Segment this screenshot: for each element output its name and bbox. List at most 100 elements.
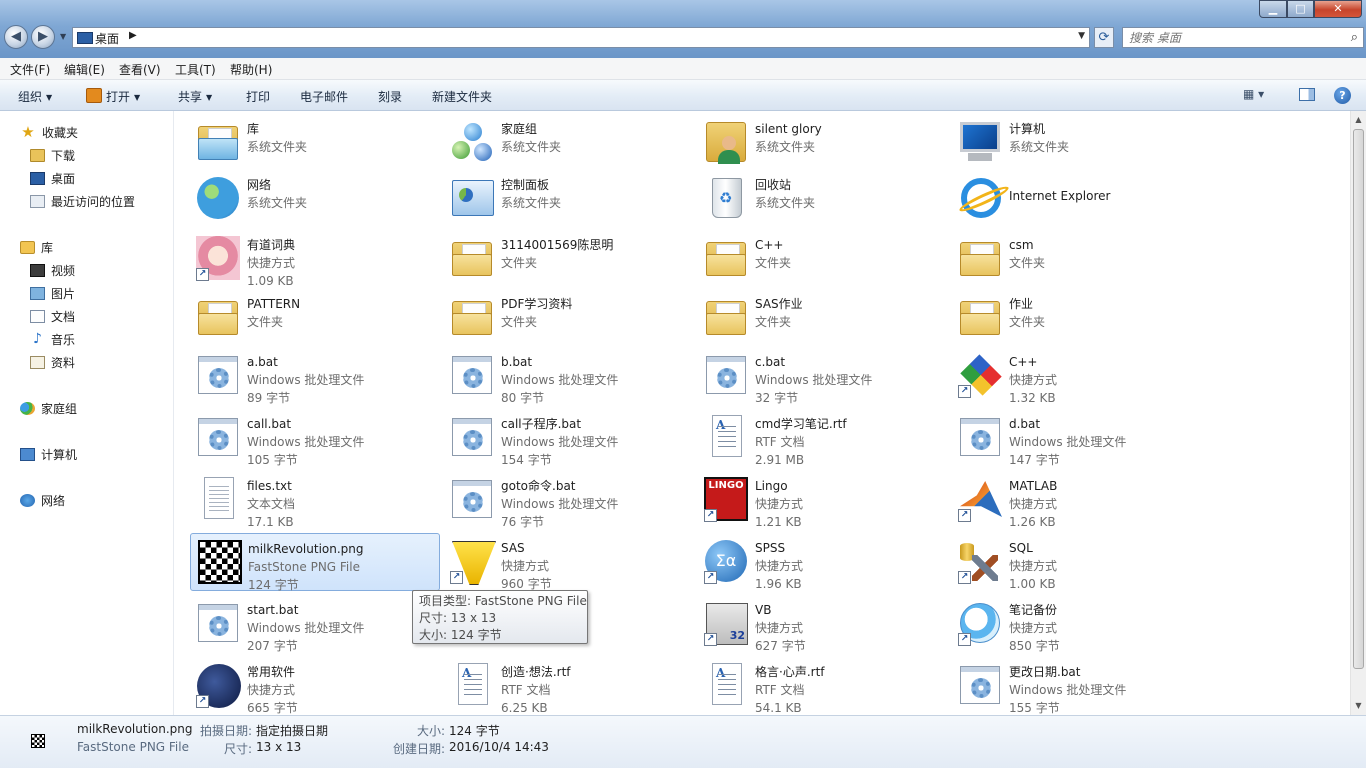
email-button[interactable]: 电子邮件 bbox=[300, 88, 348, 105]
burn-button[interactable]: 刻录 bbox=[378, 88, 402, 105]
file-item[interactable]: silent glory 系统文件夹 bbox=[698, 114, 948, 172]
file-name: start.bat bbox=[247, 603, 299, 617]
file-item[interactable]: PDF学习资料 文件夹 bbox=[444, 289, 694, 347]
file-item[interactable]: 库系统文件夹 bbox=[190, 114, 440, 172]
file-item[interactable]: ↗ 有道词典 快捷方式 1.09 KB bbox=[190, 230, 440, 288]
menu-edit[interactable]: 编辑(E) bbox=[64, 61, 105, 78]
file-item[interactable]: A 格言·心声.rtf RTF 文档 54.1 KB bbox=[698, 657, 948, 715]
star-icon: ★ bbox=[21, 122, 35, 141]
breadcrumb-arrow-icon[interactable]: ▶ bbox=[129, 30, 137, 41]
file-item[interactable]: A 创造·想法.rtf RTF 文档 6.25 KB bbox=[444, 657, 694, 715]
maximize-button[interactable]: □ bbox=[1287, 0, 1314, 18]
file-list[interactable]: 库系统文件夹 家庭组 系统文件夹 silent glory 系统文件夹 计算机 系统文件夹网… bbox=[175, 111, 1350, 715]
file-item[interactable]: call子程序.bat Windows 批处理文件 154 字节 bbox=[444, 409, 694, 467]
qr-image-icon bbox=[198, 540, 242, 584]
nav-computer[interactable]: 计算机 bbox=[20, 444, 77, 464]
nav-label: 音乐 bbox=[51, 332, 76, 347]
file-item[interactable]: ↗ C++ 快捷方式 1.32 KB bbox=[952, 347, 1202, 405]
nav-pictures[interactable]: 图片 bbox=[30, 283, 75, 303]
file-text: goto命令.bat Windows 批处理文件 76 字节 bbox=[501, 477, 691, 531]
file-item[interactable]: milkRevolution.png FastStone PNG File 124 … bbox=[190, 533, 440, 592]
file-item[interactable]: ↗ 笔记备份 快捷方式 850 字节 bbox=[952, 595, 1202, 653]
file-item[interactable]: 网络 系统文件夹 bbox=[190, 170, 440, 228]
file-item[interactable]: SAS作业 文件夹 bbox=[698, 289, 948, 347]
change-view-button[interactable]: ▦ ▾ bbox=[1243, 87, 1277, 104]
search-box[interactable]: ⌕ bbox=[1122, 27, 1364, 48]
print-button[interactable]: 打印 bbox=[246, 88, 270, 105]
nav-recent[interactable]: 最近访问的位置 bbox=[30, 191, 135, 211]
search-icon[interactable]: ⌕ bbox=[1351, 30, 1358, 45]
file-item[interactable]: LINGO ↗ Lingo 快捷方式 1.21 KB bbox=[698, 471, 948, 529]
file-icon-wrap bbox=[448, 118, 496, 166]
menu-file[interactable]: 文件(F) bbox=[10, 61, 50, 78]
file-icon-wrap bbox=[956, 118, 1004, 166]
refresh-button[interactable]: ⟳ bbox=[1094, 27, 1114, 48]
nav-homegroup[interactable]: 家庭组 bbox=[20, 398, 77, 418]
file-icon-wrap bbox=[448, 475, 496, 523]
file-item[interactable]: 计算机 系统文件夹 bbox=[952, 114, 1202, 172]
preview-pane-button[interactable] bbox=[1299, 88, 1315, 101]
file-item[interactable]: C++ 文件夹 bbox=[698, 230, 948, 288]
file-item[interactable]: csm 文件夹 bbox=[952, 230, 1202, 288]
control-panel-icon bbox=[452, 180, 494, 216]
file-item[interactable]: ↗ 常用软件 快捷方式 665 字节 bbox=[190, 657, 440, 715]
scroll-thumb[interactable] bbox=[1353, 129, 1364, 669]
file-item[interactable]: 作业 文件夹 bbox=[952, 289, 1202, 347]
nav-favorites[interactable]: ★ 收藏夹 bbox=[20, 122, 78, 142]
open-button[interactable]: 打开 ▼ bbox=[86, 88, 140, 105]
file-item[interactable]: Acmd学习笔记.rtf RTF 文档 2.91 MB bbox=[698, 409, 948, 467]
address-bar[interactable]: 桌面 ▶ ▼ bbox=[72, 27, 1090, 48]
menu-tools[interactable]: 工具(T) bbox=[175, 61, 216, 78]
nav-libraries[interactable]: 库 bbox=[20, 237, 53, 257]
file-type: Windows 批处理文件 bbox=[501, 497, 619, 511]
help-button[interactable]: ? bbox=[1334, 87, 1351, 104]
close-button[interactable]: ✕ bbox=[1314, 0, 1362, 18]
file-item[interactable]: ↗ MATLAB 快捷方式 1.26 KB bbox=[952, 471, 1202, 529]
nav-music[interactable]: ♪ 音乐 bbox=[30, 329, 75, 349]
file-item[interactable]: a.bat Windows 批处理文件 89 字节 bbox=[190, 347, 440, 405]
scroll-down-arrow-icon[interactable]: ▼ bbox=[1353, 701, 1364, 711]
forward-button[interactable]: ▶ bbox=[31, 25, 55, 49]
details-date-taken-value[interactable]: 指定拍摄日期 bbox=[256, 722, 328, 739]
organize-button[interactable]: 组织 ▼ bbox=[18, 88, 52, 105]
nav-data[interactable]: 资料 bbox=[30, 352, 75, 372]
nav-network[interactable]: 网络 bbox=[20, 490, 65, 510]
file-item[interactable]: ↗ VB 快捷方式 627 字节 bbox=[698, 595, 948, 653]
address-history-dropdown[interactable]: ▼ bbox=[1078, 31, 1085, 41]
rtf-document-icon: A bbox=[712, 663, 742, 705]
file-item[interactable]: goto命令.bat Windows 批处理文件 76 字节 bbox=[444, 471, 694, 529]
file-item[interactable]: call.bat Windows 批处理文件 105 字节 bbox=[190, 409, 440, 467]
nav-videos[interactable]: 视频 bbox=[30, 260, 75, 280]
scroll-up-arrow-icon[interactable]: ▲ bbox=[1353, 115, 1364, 125]
file-icon-wrap bbox=[195, 538, 243, 586]
file-item[interactable]: 3114001569陈思明 文件夹 bbox=[444, 230, 694, 288]
file-name: 常用软件 bbox=[247, 665, 296, 679]
vertical-scrollbar[interactable]: ▲ ▼ bbox=[1350, 111, 1366, 715]
recent-pages-dropdown[interactable]: ▼ bbox=[60, 32, 66, 41]
file-item[interactable]: b.bat Windows 批处理文件 80 字节 bbox=[444, 347, 694, 405]
file-item[interactable]: c.bat Windows 批处理文件 32 字节 bbox=[698, 347, 948, 405]
file-item[interactable]: files.txt 文本文档 17.1 KB bbox=[190, 471, 440, 529]
nav-downloads[interactable]: 下载 bbox=[30, 145, 75, 165]
minimize-button[interactable]: ▁ bbox=[1259, 0, 1287, 18]
file-item[interactable]: 家庭组 系统文件夹 bbox=[444, 114, 694, 172]
file-item[interactable]: ↗ SQL 快捷方式 1.00 KB bbox=[952, 533, 1202, 591]
new-folder-button[interactable]: 新建文件夹 bbox=[432, 88, 492, 105]
file-item[interactable]: 回收站系统文件夹 bbox=[698, 170, 948, 228]
nav-documents[interactable]: 文档 bbox=[30, 306, 75, 326]
file-item[interactable]: 更改日期.bat Windows 批处理文件 155 字节 bbox=[952, 657, 1202, 715]
share-button[interactable]: 共享 ▼ bbox=[178, 88, 212, 105]
search-input[interactable] bbox=[1127, 29, 1341, 47]
file-item[interactable]: 控制面板 系统文件夹 bbox=[444, 170, 694, 228]
file-item[interactable]: Internet Explorer bbox=[952, 170, 1202, 228]
file-item[interactable]: ↗ SAS 快捷方式 960 字节 bbox=[444, 533, 694, 591]
nav-desktop[interactable]: 桌面 bbox=[30, 168, 75, 188]
file-item[interactable]: start.bat Windows 批处理文件 207 字节 bbox=[190, 595, 440, 653]
file-item[interactable]: Σα ↗ SPSS 快捷方式 1.96 KB bbox=[698, 533, 948, 591]
menu-view[interactable]: 查看(V) bbox=[119, 61, 161, 78]
menu-help[interactable]: 帮助(H) bbox=[230, 61, 272, 78]
file-item[interactable]: PATTERN 文件夹 bbox=[190, 289, 440, 347]
breadcrumb-desktop[interactable]: 桌面 bbox=[95, 30, 119, 47]
back-button[interactable]: ◀ bbox=[4, 25, 28, 49]
file-item[interactable]: d.bat Windows 批处理文件 147 字节 bbox=[952, 409, 1202, 467]
